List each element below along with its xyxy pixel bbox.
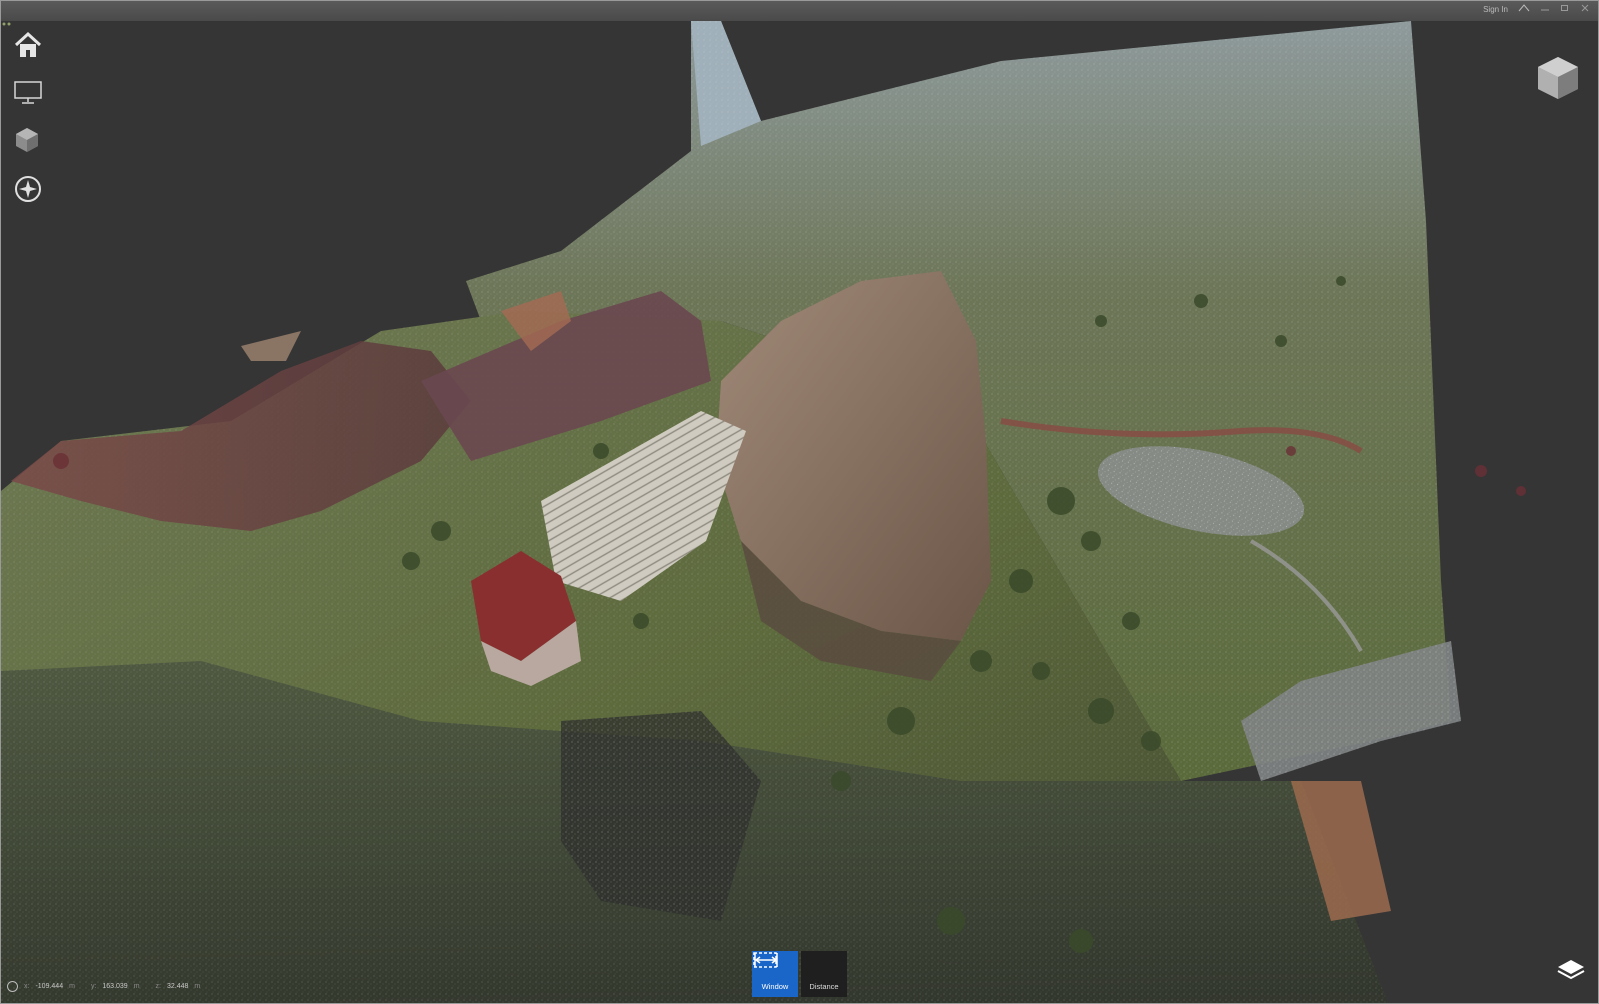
coordinate-readout: x: -109.444 m y: 163.039 m z: 32.448 m: [7, 979, 210, 993]
home-button[interactable]: [13, 31, 47, 65]
selection-toolbar: Window Distance: [752, 951, 847, 997]
side-indicator-icon: [2, 22, 11, 26]
y-axis-label: y:: [90, 982, 97, 990]
y-coordinate: 163.039: [102, 982, 128, 990]
layers-icon: [1557, 960, 1585, 980]
point-cloud-viewport[interactable]: x: -109.444 m y: 163.039 m z: 32.448 m W…: [1, 21, 1598, 1003]
distance-label: Distance: [809, 982, 839, 991]
compass-icon: [15, 176, 41, 202]
y-unit: m: [133, 982, 140, 990]
x-coordinate: -109.444: [35, 982, 64, 990]
distance-button[interactable]: Distance: [754, 951, 847, 997]
viewcube-icon: [1538, 57, 1578, 99]
presentation-button[interactable]: [13, 79, 47, 113]
sign-in-link[interactable]: Sign In: [1483, 5, 1508, 14]
layers-button[interactable]: [1554, 953, 1588, 987]
z-unit: m: [194, 982, 201, 990]
x-unit: m: [69, 982, 75, 990]
point-cloud-scene: [1, 21, 1526, 1003]
home-icon: [14, 31, 42, 57]
z-axis-label: z:: [155, 982, 161, 990]
coordinate-settings-icon[interactable]: [7, 980, 18, 992]
title-controls: Sign In: [1483, 4, 1590, 14]
account-icon[interactable]: [1518, 4, 1530, 14]
minimize-icon[interactable]: [1540, 4, 1550, 14]
distance-icon: [754, 953, 778, 967]
window-select-label: Window: [761, 982, 789, 991]
restore-icon[interactable]: [1560, 4, 1570, 14]
cube-button[interactable]: [13, 126, 47, 160]
close-icon[interactable]: [1580, 4, 1590, 14]
compass-button[interactable]: [13, 174, 47, 208]
floating-rock-fragment: [241, 331, 301, 361]
title-bar: Sign In: [1, 1, 1598, 21]
cube-icon: [16, 128, 38, 152]
app-window: Sign In x: -109.444 m y: 163.039 m z: 32…: [0, 0, 1599, 1004]
z-coordinate: 32.448: [167, 982, 189, 990]
viewcube[interactable]: [1534, 53, 1582, 101]
presentation-icon: [14, 81, 42, 104]
x-axis-label: x:: [24, 982, 30, 990]
